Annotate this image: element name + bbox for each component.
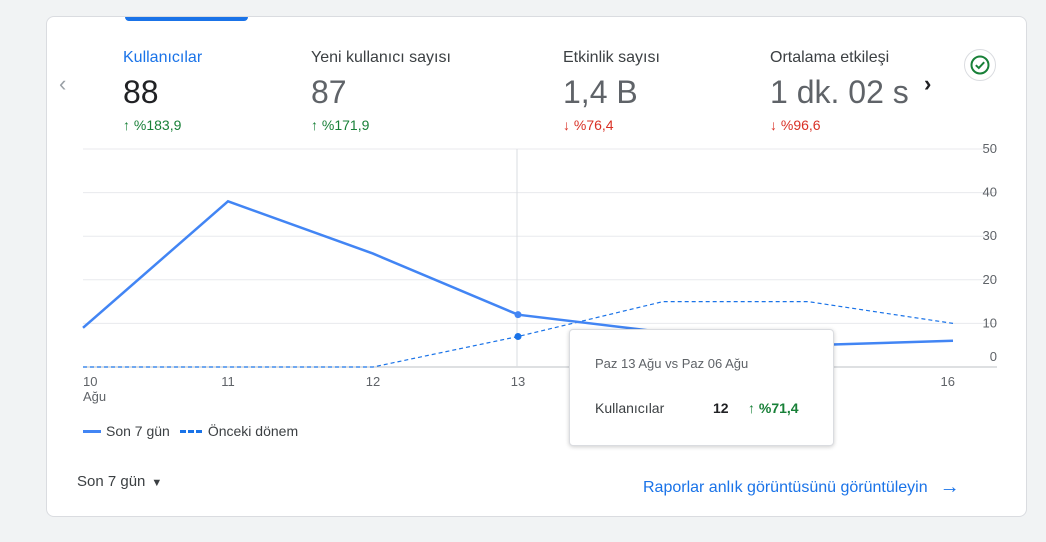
highlight-point-previous [514,332,522,340]
x-tick-label: 12 [366,374,380,389]
chart-tooltip: Paz 13 Ağu vs Paz 06 Ağu Kullanıcılar 12… [569,329,834,446]
arrow-up-icon: ↑ [748,400,755,416]
y-tick-label: 30 [983,228,997,243]
y-tick-label: 50 [983,141,997,156]
x-tick-label: 16 [941,374,955,389]
chart-legend: Son 7 gün Önceki dönem [83,423,308,439]
x-tick-label: 10 [83,374,97,389]
x-tick-label: 11 [221,374,235,389]
tooltip-title: Paz 13 Ağu vs Paz 06 Ağu [595,356,749,371]
tooltip-value: 12 [713,400,729,416]
legend-item-previous: Önceki dönem [179,423,298,439]
chart-ticks: 0102030405010Ağu111213141516 [83,141,997,404]
y-tick-label: 40 [983,185,997,200]
date-range-selector[interactable]: Son 7 gün ▼ [77,473,162,490]
y-tick-label: 20 [983,272,997,287]
highlight-point-current [514,311,522,319]
y-tick-label: 0 [990,349,997,364]
tooltip-change: ↑ %71,4 [748,400,799,416]
users-line-chart: 0102030405010Ağu111213141516 [82,141,997,404]
y-tick-label: 10 [983,315,997,330]
legend-swatch-dashed [179,429,202,433]
chart-points [514,311,522,340]
x-tick-sublabel: Ağu [83,389,106,404]
legend-swatch-solid [83,429,101,433]
caret-down-icon: ▼ [151,477,163,489]
tooltip-metric-label: Kullanıcılar [595,400,665,416]
overview-card: ‹ Kullanıcılar 88 ↑ %183,9 Yeni kullanıc… [46,16,1027,517]
arrow-right-icon: → [939,476,960,498]
view-reports-snapshot-link[interactable]: Raporlar anlık görüntüsünü görüntüleyin … [643,476,960,499]
legend-item-current: Son 7 gün [83,423,170,439]
chart-gridlines [83,148,997,368]
x-tick-label: 13 [511,374,525,389]
